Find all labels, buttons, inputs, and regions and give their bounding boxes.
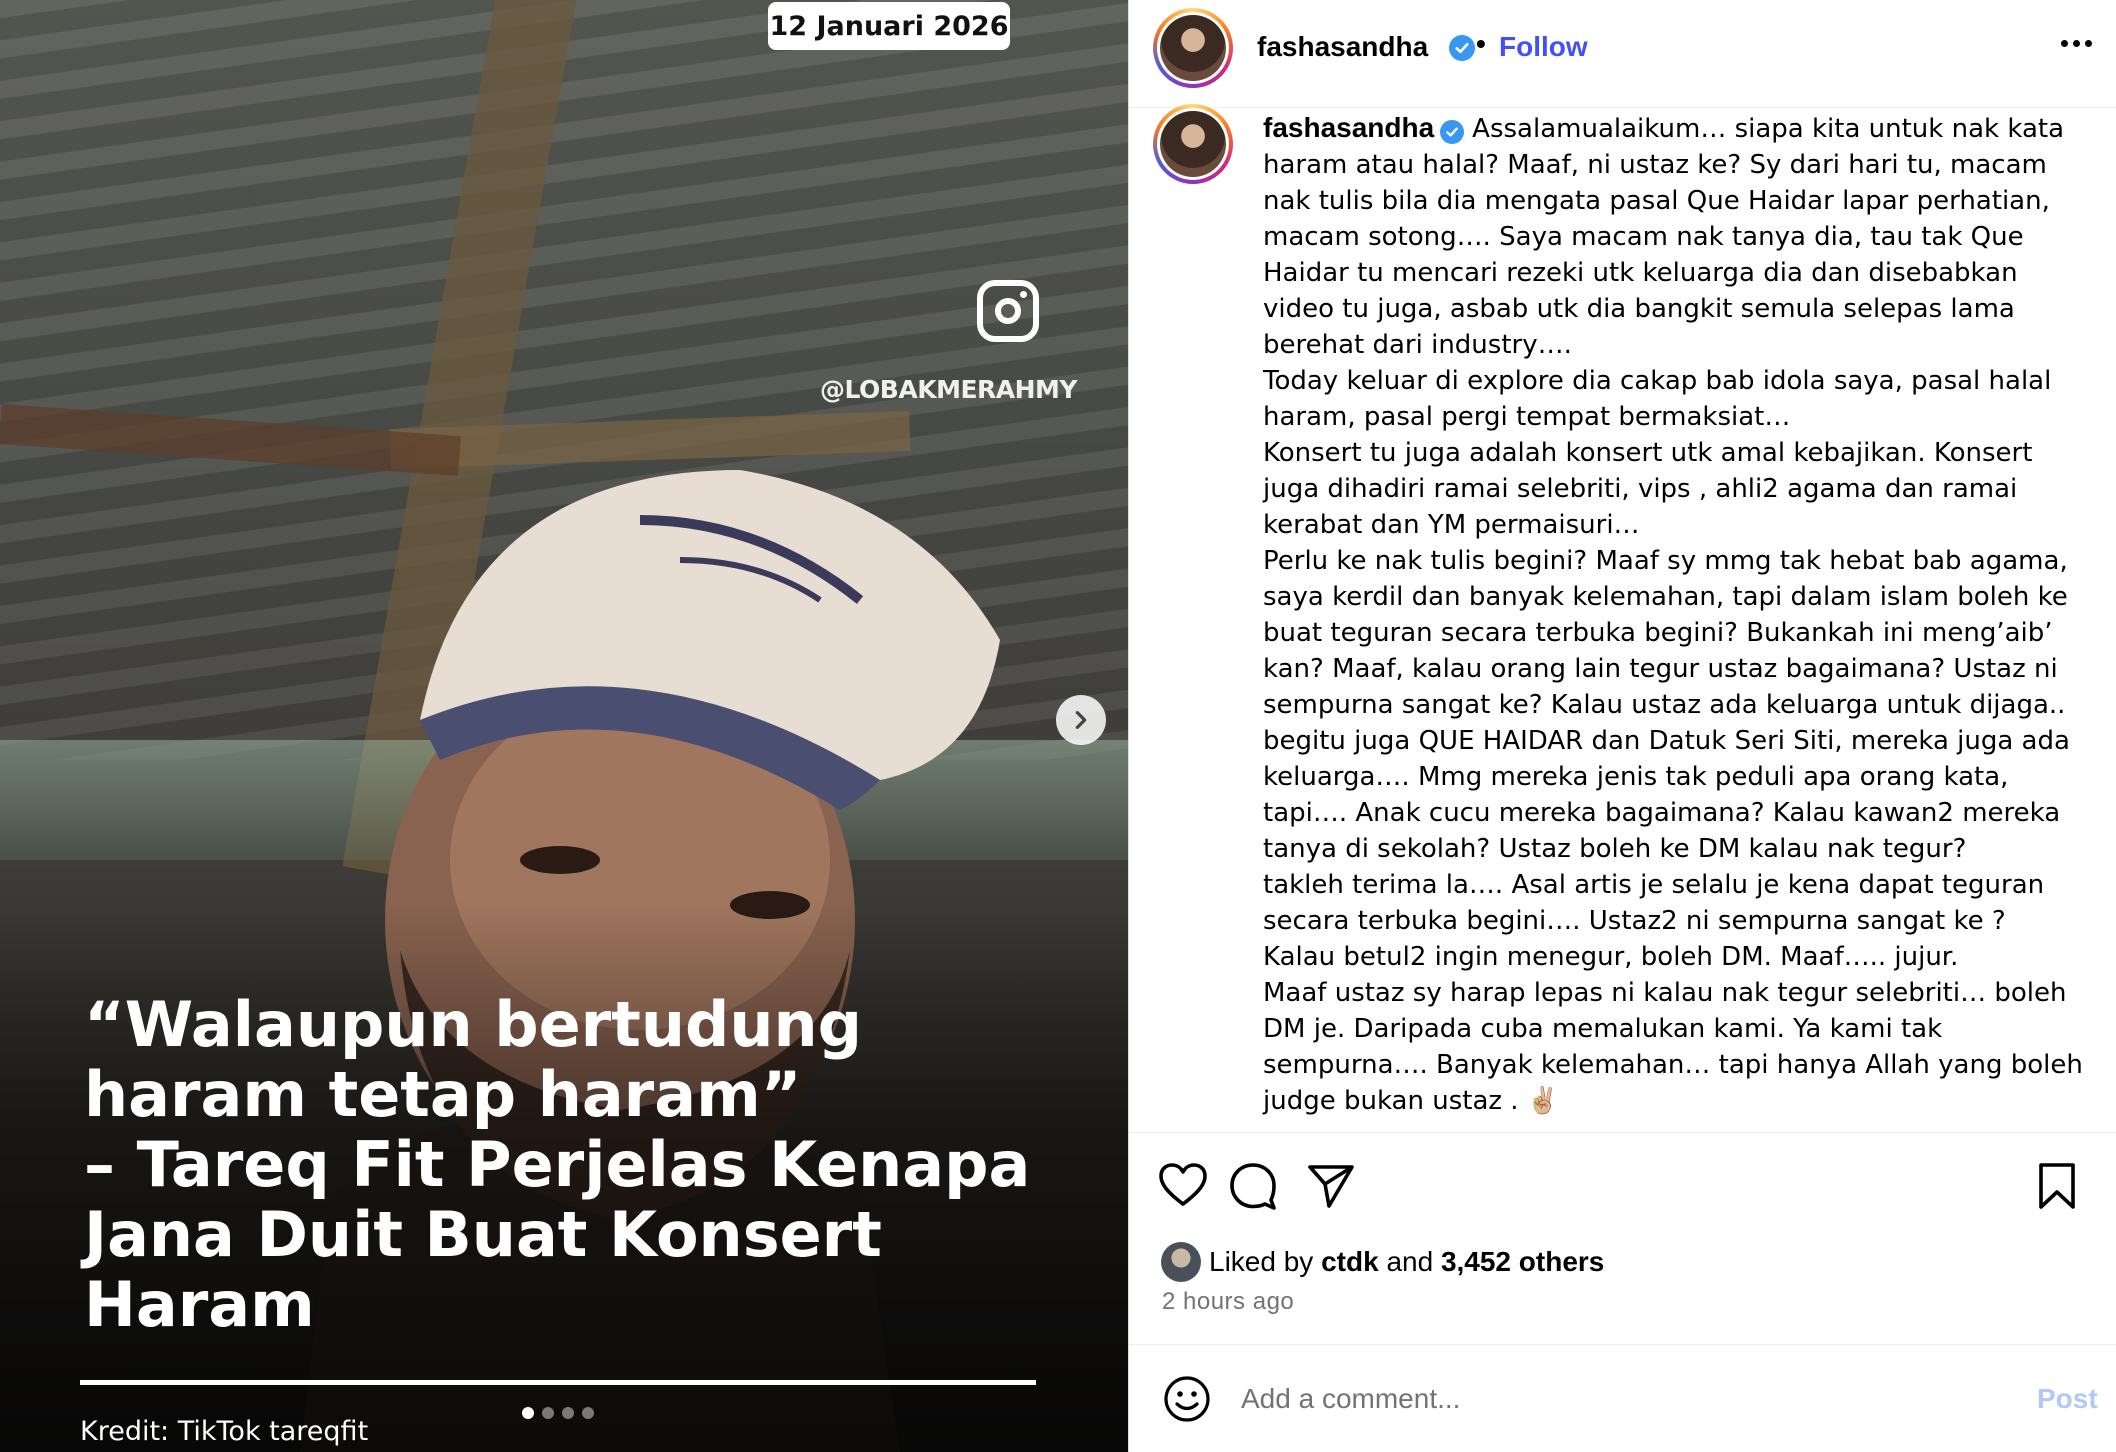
caption-line: berehat dari industry…. xyxy=(1263,330,1572,360)
headline-line: “Walaupun bertudung xyxy=(84,988,863,1061)
caption-line: kerabat dan YM permaisuri… xyxy=(1263,510,1640,540)
smiley-icon[interactable] xyxy=(1163,1375,1211,1423)
carousel-dot xyxy=(522,1407,534,1419)
caption-line: begitu juga QUE HAIDAR dan Datuk Seri Si… xyxy=(1263,726,2070,756)
headline-line: Haram xyxy=(84,1268,315,1341)
caption-line: Konsert tu juga adalah konsert utk amal … xyxy=(1263,438,2033,468)
carousel-dot xyxy=(562,1407,574,1419)
caption-line: tanya di sekolah? Ustaz boleh ke DM kala… xyxy=(1263,834,1967,864)
comment-bar: Post xyxy=(1129,1345,2116,1452)
caption-line: tapi…. Anak cucu mereka bagaimana? Kalau… xyxy=(1263,798,2061,828)
likes-summary[interactable]: Liked by ctdk and 3,452 others xyxy=(1161,1242,1604,1282)
caption-line: keluarga…. Mmg mereka jenis tak peduli a… xyxy=(1263,762,2009,792)
post-comment-button[interactable]: Post xyxy=(2037,1383,2098,1415)
comment-bubble-icon[interactable] xyxy=(1227,1160,1279,1212)
carousel-indicators xyxy=(522,1407,594,1419)
headline-line: Jana Duit Buat Konsert xyxy=(84,1198,882,1271)
paper-plane-icon[interactable] xyxy=(1305,1160,1357,1212)
caption-line: Today keluar di explore dia cakap bab id… xyxy=(1263,366,2052,396)
caption-line: kan? Maaf, kalau orang lain tegur ustaz … xyxy=(1263,654,2058,684)
caption-line: Kalau betul2 ingin menegur, boleh DM. Ma… xyxy=(1263,942,1959,972)
headline-divider xyxy=(80,1380,1036,1385)
caption-line: Haidar tu mencari rezeki utk keluarga di… xyxy=(1263,258,2018,288)
caption-line: secara terbuka begini…. Ustaz2 ni sempur… xyxy=(1263,906,2006,936)
caption-line: takleh terima la…. Asal artis je selalu … xyxy=(1263,870,2045,900)
caption-line: video tu juga, asbab utk dia bangkit sem… xyxy=(1263,294,2015,324)
caption-line: Maaf ustaz sy harap lepas ni kalau nak t… xyxy=(1263,978,2067,1008)
caption-line: Perlu ke nak tulis begini? Maaf sy mmg t… xyxy=(1263,546,2068,576)
heart-icon[interactable] xyxy=(1157,1160,1209,1212)
caption-line: buat teguran secara terbuka begini? Buka… xyxy=(1263,618,2053,648)
more-options-icon[interactable] xyxy=(2061,40,2092,47)
caption-line: haram atau halal? Maaf, ni ustaz ke? Sy … xyxy=(1263,150,2047,180)
bookmark-icon[interactable] xyxy=(2031,1160,2083,1212)
liker-avatar xyxy=(1161,1242,1201,1282)
media-credit: Kredit: TikTok tareqfit xyxy=(80,1416,369,1447)
caption-line: sempurna…. Banyak kelemahan… tapi hanya … xyxy=(1263,1050,2083,1080)
instagram-logo-icon xyxy=(977,280,1039,342)
verified-badge-icon xyxy=(1440,120,1465,144)
caption-line: haram, pasal pergi tempat bermaksiat… xyxy=(1263,402,1791,432)
post-sidebar: fashasandha • Follow fashasandha Assalamu… xyxy=(1128,0,2116,1452)
action-bar xyxy=(1129,1160,2116,1216)
watermark-handle: @LOBAKMERAHMY xyxy=(820,375,1078,404)
caption-first-line: fashasandha Assalamualaikum… siapa kita u… xyxy=(1263,110,2093,147)
caption-line: judge bukan ustaz . ✌🏼 xyxy=(1263,1086,1560,1116)
media-headline: “Walaupun bertudung haram tetap haram” –… xyxy=(84,990,1094,1340)
caption-line: macam sotong…. Saya macam nak tanya dia,… xyxy=(1263,222,2024,252)
carousel-dot xyxy=(582,1407,594,1419)
caption-text: Assalamualaikum… siapa kita untuk nak ka… xyxy=(1472,114,2065,144)
liked-others[interactable]: 3,452 others xyxy=(1441,1246,1604,1278)
author-avatar[interactable] xyxy=(1153,8,1233,88)
date-badge: 12 Januari 2026 xyxy=(768,2,1010,50)
caption-line: DM je. Daripada cuba memalukan kami. Ya … xyxy=(1263,1014,1943,1044)
carousel-dot xyxy=(542,1407,554,1419)
caption-line: sempurna sangat ke? Kalau ustaz ada kelu… xyxy=(1263,690,2066,720)
caption-line: juga dihadiri ramai selebriti, vips , ah… xyxy=(1263,474,2018,504)
divider xyxy=(1129,1132,2116,1133)
caption-line: saya kerdil dan banyak kelemahan, tapi d… xyxy=(1263,582,2068,612)
liked-and: and xyxy=(1386,1246,1434,1277)
carousel-next-button[interactable] xyxy=(1056,695,1106,745)
chevron-right-icon xyxy=(1075,711,1087,729)
comment-input[interactable] xyxy=(1241,1375,1981,1423)
follow-button[interactable]: Follow xyxy=(1499,31,1588,63)
caption-line: nak tulis bila dia mengata pasal Que Hai… xyxy=(1263,186,2050,216)
verified-badge-icon xyxy=(1449,35,1475,61)
liked-user[interactable]: ctdk xyxy=(1321,1246,1379,1278)
post-timestamp[interactable]: 2 hours ago xyxy=(1162,1288,1294,1316)
headline-line: haram tetap haram” xyxy=(84,1058,802,1131)
post-media[interactable]: 12 Januari 2026 @LOBAKMERAHMY “Walaupun … xyxy=(0,0,1128,1452)
caption-body: haram atau halal? Maaf, ni ustaz ke? Sy … xyxy=(1263,147,2093,1119)
post-header: fashasandha • Follow xyxy=(1129,0,2116,108)
post-caption: fashasandha Assalamualaikum… siapa kita u… xyxy=(1263,110,2093,1119)
headline-line: – Tareq Fit Perjelas Kenapa xyxy=(84,1128,1031,1201)
liked-prefix: Liked by xyxy=(1209,1246,1314,1277)
caption-author-avatar[interactable] xyxy=(1153,104,1233,184)
separator-dot: • xyxy=(1476,28,1486,59)
caption-username[interactable]: fashasandha xyxy=(1263,112,1434,143)
author-username[interactable]: fashasandha xyxy=(1257,31,1428,63)
